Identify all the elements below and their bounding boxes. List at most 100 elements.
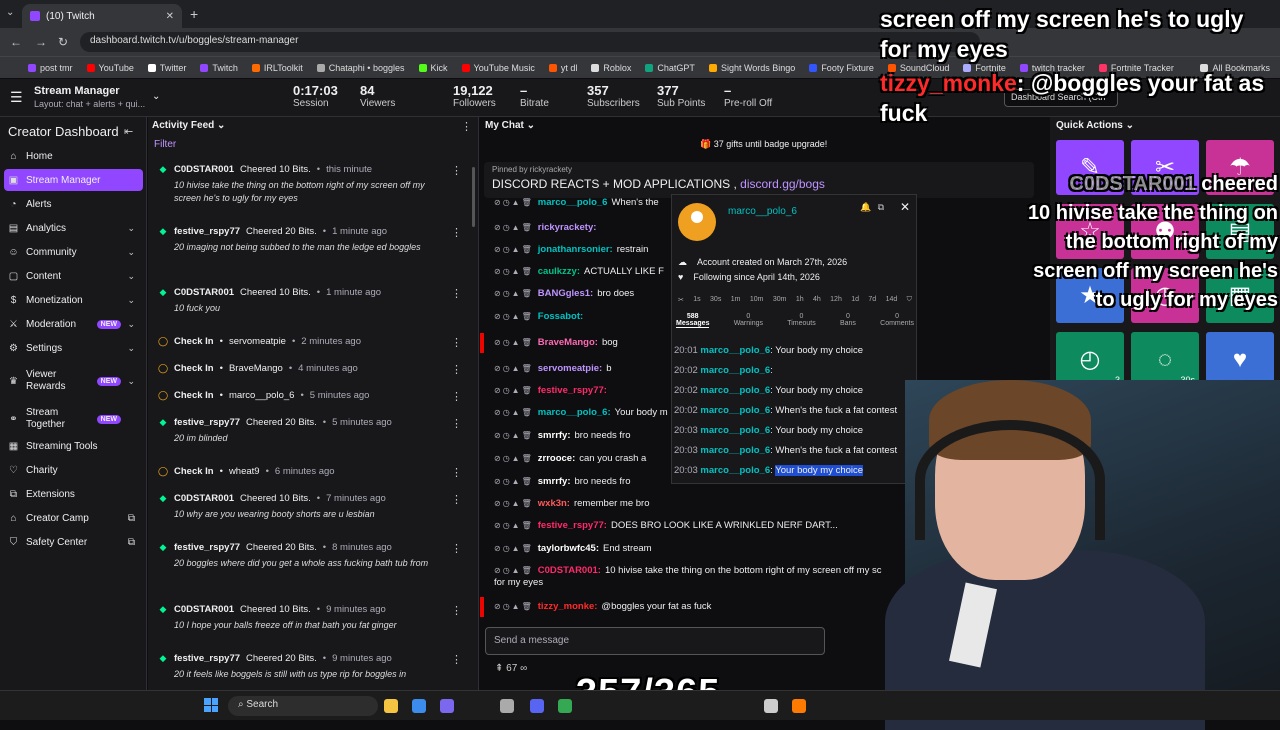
chrome-icon[interactable] [558, 699, 572, 713]
event-options-icon[interactable]: ⋮ [451, 390, 462, 403]
mod-action-icons[interactable]: ⊘◷▲🗑 [494, 431, 534, 440]
sidebar-item-settings[interactable]: ⚙ Settings ⌄ [4, 337, 143, 359]
sidebar-item-analytics[interactable]: ▤ Analytics ⌄ [4, 217, 143, 239]
taskbar-search[interactable]: ⌕ Search [228, 696, 378, 716]
mod-action-icons[interactable]: ⊘◷▲🗑 [494, 499, 534, 508]
timeout-option[interactable]: 30s [710, 296, 721, 304]
chat-message[interactable]: ⊘◷▲🗑 taylorbwfc45: End stream [494, 543, 652, 554]
event-options-icon[interactable]: ⋮ [451, 287, 462, 300]
new-tab-icon[interactable]: + [190, 6, 198, 22]
chat-username[interactable]: Fossabot: [538, 311, 583, 322]
chat-message[interactable]: ⊘◷▲🗑 BANGgles1: bro does [494, 288, 634, 299]
bookmark-item[interactable]: Kick [418, 63, 448, 73]
chevron-down-icon[interactable]: ⌄ [152, 91, 160, 102]
timeout-option[interactable]: 1h [796, 296, 804, 304]
activity-event[interactable]: ◯ Check In • marco__polo_6 • 5 minutes ago ⋮ [158, 390, 462, 403]
viewer-card-tab[interactable]: 0 Comments [880, 313, 914, 328]
tab-menu-icon[interactable]: ⌄ [6, 7, 14, 18]
chat-message[interactable]: ⊘◷▲🗑 smrrfy: bro needs fro [494, 476, 631, 487]
chat-username[interactable]: marco__polo_6: [538, 407, 611, 418]
chat-username[interactable]: festive_rspy77: [538, 385, 607, 396]
viewer-card-tab[interactable]: 588 Messages [676, 313, 710, 328]
timeout-option[interactable]: 1s [693, 296, 700, 304]
chat-message[interactable]: ⊘◷▲🗑 caulkzzy: ACTUALLY LIKE F [494, 266, 664, 277]
browser-tab[interactable]: (10) Twitch ✕ [22, 4, 182, 28]
mod-action-icons[interactable]: ⊘◷▲🗑 [494, 454, 534, 463]
layout-selector[interactable]: Layout: chat + alerts + qui... [34, 99, 145, 109]
scrollbar[interactable] [472, 167, 475, 227]
chat-username[interactable]: marco__polo_6 [538, 197, 608, 208]
chat-message[interactable]: ⊘◷▲🗑 zrrooce: can you crash a [494, 453, 646, 464]
activity-event[interactable]: ◯ Check In • BraveMango • 4 minutes ago ⋮ [158, 363, 462, 376]
chat-message[interactable]: ⊘◷▲🗑 BraveMango: bog [494, 337, 618, 348]
mod-action-icons[interactable]: ⊘◷▲🗑 [494, 245, 534, 254]
bookmark-item[interactable]: Footy Fixture [809, 63, 874, 73]
forward-icon[interactable]: → [35, 35, 47, 49]
event-options-icon[interactable]: ⋮ [451, 542, 462, 555]
quick-action-tile[interactable]: ◌30s [1131, 332, 1199, 387]
reload-icon[interactable]: ↻ [58, 35, 68, 49]
chat-message[interactable]: ⊘◷▲🗑 marco__polo_6 When's the [494, 197, 659, 208]
file-explorer-icon[interactable] [384, 699, 398, 713]
discord-icon[interactable] [530, 699, 544, 713]
chat-message[interactable]: ⊘◷▲🗑 C0DSTAR001: 10 hivise take the thing … [494, 565, 881, 576]
chat-message[interactable]: ⊘◷▲🗑 marco__polo_6: Your body m [494, 407, 668, 418]
activity-event[interactable]: ◆ festive_rspy77 Cheered 20 Bits. • 9 minute… [158, 653, 462, 681]
app-icon[interactable] [500, 699, 514, 713]
discord-link[interactable]: discord.gg/bogs [740, 177, 825, 191]
sidebar-item-safety-center[interactable]: ⛉ Safety Center ⧉ [4, 531, 143, 553]
mod-action-icons[interactable]: ⊘◷▲🗑 [494, 477, 534, 486]
close-tab-icon[interactable]: ✕ [166, 11, 174, 22]
mod-action-icons[interactable]: ⊘◷▲🗑 [494, 386, 534, 395]
event-options-icon[interactable]: ⋮ [451, 653, 462, 666]
chat-title[interactable]: My Chat ⌄ [485, 120, 535, 131]
bookmark-item[interactable]: Chataphi • boggles [316, 63, 405, 73]
activity-feed-title[interactable]: Activity Feed ⌄ [152, 120, 225, 131]
activity-event[interactable]: ◯ Check In • servomeatpie • 2 minutes ago ⋮ [158, 336, 462, 349]
event-options-icon[interactable]: ⋮ [451, 336, 462, 349]
chat-username[interactable]: servomeatpie: [538, 363, 602, 374]
event-options-icon[interactable]: ⋮ [451, 466, 462, 479]
bookmark-item[interactable]: Sight Words Bingo [708, 63, 795, 73]
viewer-card-tab[interactable]: 0 Bans [840, 313, 856, 328]
url-field[interactable]: dashboard.twitch.tv/u/boggles/stream-man… [80, 32, 980, 52]
chat-username[interactable]: tizzy_monke: [538, 601, 598, 612]
mod-action-icons[interactable]: ⊘◷▲🗑 [494, 338, 534, 347]
activity-event[interactable]: ◆ C0DSTAR001 Cheered 10 Bits. • 9 minutes ag… [158, 604, 462, 632]
activity-event[interactable]: ◆ festive_rspy77 Cheered 20 Bits. • 1 minute… [158, 226, 462, 254]
obs-icon[interactable] [764, 699, 778, 713]
chat-message[interactable]: ⊘◷▲🗑 servomeatpie: b [494, 363, 611, 374]
mod-action-icons[interactable]: ⊘◷▲🗑 [494, 544, 534, 553]
chat-message[interactable]: ⊘◷▲🗑 wxk3n: remember me bro [494, 498, 649, 509]
edge-icon[interactable] [412, 699, 426, 713]
back-icon[interactable]: ← [10, 35, 22, 49]
activity-event[interactable]: ◆ festive_rspy77 Cheered 20 Bits. • 8 minute… [158, 542, 462, 570]
timeout-option[interactable]: 7d [868, 296, 876, 304]
mod-action-icons[interactable]: ⊘◷▲🗑 [494, 602, 534, 611]
chat-username[interactable]: taylorbwfc45: [538, 543, 599, 554]
quick-action-tile[interactable]: ♥ [1206, 332, 1274, 387]
chat-username[interactable]: rickyrackety: [538, 222, 597, 233]
timeout-option[interactable]: 4h [813, 296, 821, 304]
mod-action-icons[interactable]: ⊘◷▲🗑 [494, 408, 534, 417]
chat-input[interactable]: Send a message [485, 627, 825, 655]
activity-event[interactable]: ◯ Check In • wheat9 • 6 minutes ago ⋮ [158, 466, 462, 479]
channel-points[interactable]: ⇞ 67 ∞ [495, 663, 527, 674]
sidebar-item-moderation[interactable]: ⚔ Moderation NEW ⌄ [4, 313, 143, 335]
menu-icon[interactable]: ☰ [10, 89, 23, 106]
event-options-icon[interactable]: ⋮ [451, 493, 462, 506]
event-options-icon[interactable]: ⋮ [451, 226, 462, 239]
chat-username[interactable]: zrrooce: [538, 453, 575, 464]
mod-action-icons[interactable]: ⊘◷▲🗑 [494, 521, 534, 530]
chat-username[interactable]: smrrfy: [538, 430, 571, 441]
timeout-option[interactable]: 14d [886, 296, 898, 304]
bookmark-item[interactable]: IRLToolkit [251, 63, 303, 73]
chat-username[interactable]: smrrfy: [538, 476, 571, 487]
bookmark-item[interactable]: ChatGPT [645, 63, 695, 73]
event-options-icon[interactable]: ⋮ [451, 604, 462, 617]
more-options-icon[interactable]: ⋮ [461, 120, 472, 133]
timeout-option[interactable]: 12h [830, 296, 842, 304]
filter-button[interactable]: Filter [154, 139, 176, 150]
viewer-card-tab[interactable]: 0 Warnings [734, 313, 763, 328]
sidebar-item-stream-manager[interactable]: ▣ Stream Manager [4, 169, 143, 191]
